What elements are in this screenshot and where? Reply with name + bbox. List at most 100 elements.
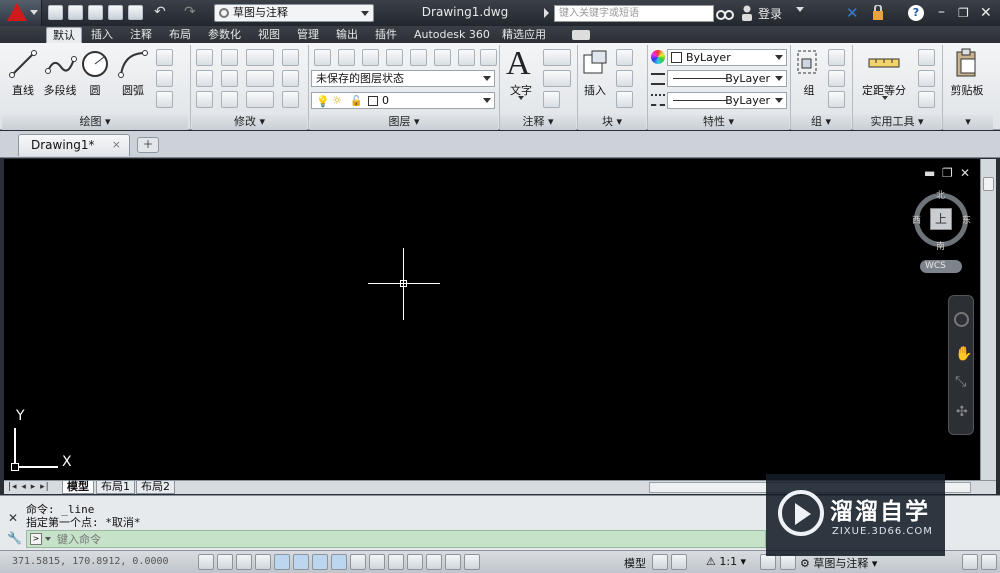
login-link[interactable]: 登录 <box>758 5 782 22</box>
object-snap-icon[interactable] <box>293 554 309 570</box>
command-prompt-icon[interactable]: > <box>30 533 42 545</box>
tab-default[interactable]: 默认 <box>46 27 82 43</box>
chevron-down-icon[interactable] <box>45 537 51 541</box>
viewcube-south-label[interactable]: 南 <box>936 239 945 252</box>
print-icon[interactable] <box>128 5 143 20</box>
color-select[interactable]: ByLayer <box>667 49 787 66</box>
zoom-icon[interactable]: ⤡ <box>955 374 966 390</box>
array-icon[interactable] <box>246 91 274 108</box>
annotation-panel-title[interactable]: 注释 ▾ <box>500 115 576 130</box>
paste-button-label[interactable]: 剪贴板 <box>946 82 988 98</box>
grid-icon[interactable] <box>236 554 252 570</box>
close-icon[interactable]: ✕ <box>8 511 18 525</box>
binoculars-icon[interactable] <box>716 5 734 22</box>
transparency-icon[interactable] <box>407 554 423 570</box>
scale-icon[interactable] <box>221 91 238 108</box>
ungroup-icon[interactable] <box>828 49 845 66</box>
modify-panel-title[interactable]: 修改 ▾ <box>192 115 307 130</box>
layer-lock-icon[interactable] <box>480 49 497 66</box>
snap-icon[interactable] <box>217 554 233 570</box>
ortho-icon[interactable] <box>255 554 271 570</box>
clipboard-panel-title[interactable]: ▾ <box>943 115 993 130</box>
infer-constraints-icon[interactable] <box>198 554 214 570</box>
polyline-button-label[interactable]: 多段线 <box>40 82 80 98</box>
block-panel-title[interactable]: 块 ▾ <box>578 115 646 130</box>
chevron-down-icon[interactable] <box>518 96 524 100</box>
open-folder-icon[interactable] <box>68 5 83 20</box>
circle-button-label[interactable]: 圆 <box>82 82 108 98</box>
draw-panel-title[interactable]: 绘图 ▾ <box>2 115 188 130</box>
close-icon[interactable]: × <box>112 135 121 155</box>
restore-icon[interactable]: ❐ <box>958 5 974 21</box>
help-icon[interactable]: ? <box>908 5 924 21</box>
selection-cycling-icon[interactable] <box>445 554 461 570</box>
color-wheel-icon[interactable] <box>651 50 665 64</box>
tab-manage[interactable]: 管理 <box>291 27 325 43</box>
text-icon[interactable]: A <box>506 45 531 83</box>
viewcube-north-label[interactable]: 北 <box>936 188 945 201</box>
tab-annotate[interactable]: 注释 <box>124 27 158 43</box>
exchange-apps-icon[interactable]: ✕ <box>846 5 862 21</box>
rectangle-icon[interactable] <box>156 49 173 66</box>
layer-states-icon[interactable] <box>338 49 355 66</box>
layout-tab-layout1[interactable]: 布局1 <box>96 481 135 494</box>
tab-parametric[interactable]: 参数化 <box>202 27 247 43</box>
save-icon[interactable] <box>88 5 103 20</box>
model-space-button[interactable]: 模型 <box>624 555 646 571</box>
stay-connected-icon[interactable] <box>870 4 886 21</box>
explode-icon[interactable] <box>282 70 299 87</box>
viewcube-west-label[interactable]: 西 <box>912 213 921 226</box>
group-selection-icon[interactable] <box>828 91 845 108</box>
lineweight-toggle-icon[interactable] <box>388 554 404 570</box>
polar-tracking-icon[interactable] <box>274 554 290 570</box>
chevron-down-icon[interactable] <box>796 7 804 12</box>
multileader-icon[interactable] <box>543 70 571 87</box>
wrench-icon[interactable]: 🔧 <box>7 531 22 545</box>
line-button-label[interactable]: 直线 <box>6 82 40 98</box>
undo-icon[interactable]: ↶ <box>154 4 166 20</box>
arc-icon[interactable] <box>116 47 150 81</box>
layer-match-icon[interactable] <box>434 49 451 66</box>
table-icon[interactable] <box>543 91 560 108</box>
new-file-icon[interactable] <box>48 5 63 20</box>
line-icon[interactable] <box>6 47 40 81</box>
quick-view-layouts-icon[interactable] <box>652 554 668 570</box>
auto-scale-icon[interactable] <box>780 554 796 570</box>
copy-icon[interactable] <box>196 70 213 87</box>
groups-panel-title[interactable]: 组 ▾ <box>791 115 851 130</box>
tab-autodesk-360[interactable]: Autodesk 360 <box>408 27 496 43</box>
steering-wheel-icon[interactable] <box>954 312 969 327</box>
annotation-visibility-icon[interactable] <box>760 554 776 570</box>
fillet-icon[interactable] <box>246 70 274 87</box>
select-all-icon[interactable] <box>918 70 935 87</box>
measure-icon[interactable] <box>868 53 900 73</box>
offset-icon[interactable] <box>282 91 299 108</box>
ellipse-icon[interactable] <box>156 70 173 87</box>
search-input[interactable]: 键入关键字或短语 <box>554 5 714 22</box>
scrollbar-thumb[interactable] <box>983 177 994 191</box>
chevron-down-icon[interactable] <box>882 96 888 100</box>
group-button-label[interactable]: 组 <box>798 82 820 98</box>
properties-panel-title[interactable]: 特性 ▾ <box>648 115 789 130</box>
hatch-icon[interactable] <box>156 91 173 108</box>
layer-freeze-icon[interactable] <box>386 49 403 66</box>
layer-isolate-icon[interactable] <box>362 49 379 66</box>
layout-tab-model[interactable]: 模型 <box>62 481 94 494</box>
edit-block-icon[interactable] <box>616 70 633 87</box>
linetype-icon[interactable] <box>651 94 665 106</box>
insert-block-icon[interactable] <box>580 47 610 81</box>
dynamic-input-icon[interactable] <box>369 554 385 570</box>
tab-featured-apps[interactable]: 精选应用 <box>496 27 552 43</box>
layer-select[interactable]: 💡 ☼ 🔓 0 <box>311 92 495 109</box>
create-block-icon[interactable] <box>616 49 633 66</box>
group-icon[interactable] <box>796 47 822 79</box>
restore-viewport-icon[interactable]: ❐ <box>942 166 953 180</box>
polyline-icon[interactable] <box>44 47 78 81</box>
tab-view[interactable]: 视图 <box>252 27 286 43</box>
wcs-menu[interactable]: WCS <box>920 260 962 273</box>
workspace-switcher[interactable]: ⚙ 草图与注释 ▾ <box>800 555 877 571</box>
erase-icon[interactable] <box>282 49 299 66</box>
annotation-scale[interactable]: ⚠ 1:1 ▾ <box>706 555 746 568</box>
group-edit-icon[interactable] <box>828 70 845 87</box>
viewcube-top-face[interactable]: 上 <box>930 208 952 230</box>
